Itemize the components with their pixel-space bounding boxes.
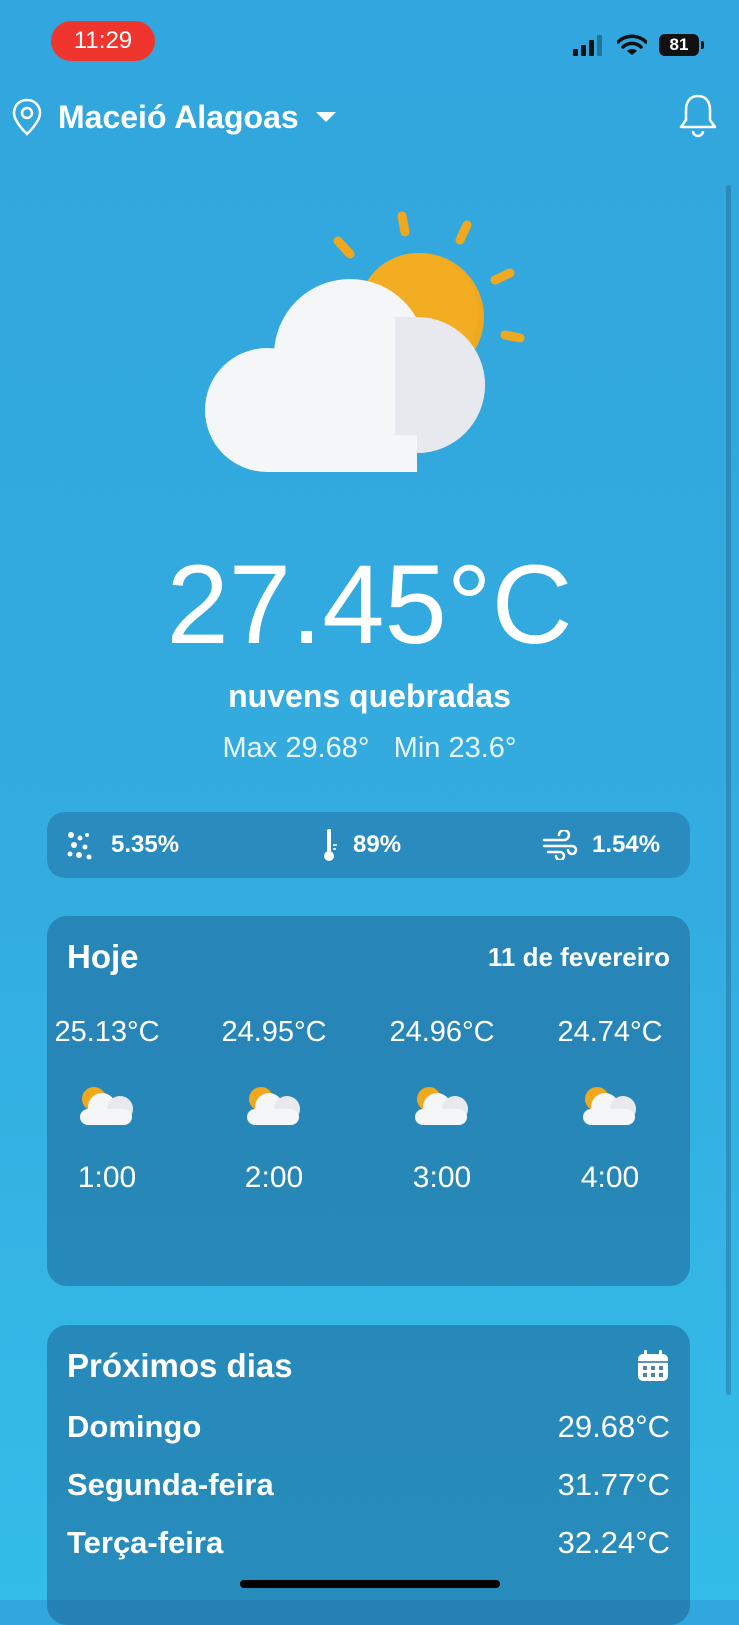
rain-value: 5.35% — [111, 831, 180, 858]
signal-icon — [573, 35, 602, 56]
hour-time: 4:00 — [580, 1161, 640, 1194]
hour-item[interactable]: 24.96°C 3:00 — [367, 1016, 517, 1195]
day-name: Terça-feira — [67, 1525, 224, 1560]
day-row[interactable]: Domingo 29.68°C — [67, 1407, 670, 1447]
partly-cloudy-icon — [415, 1087, 468, 1125]
next-days-title: Próximos dias — [67, 1347, 293, 1384]
day-row[interactable]: Terça-feira 32.24°C — [67, 1523, 670, 1563]
weather-stats-bar: 5.35% 89% 1.54% — [47, 812, 690, 878]
bell-icon[interactable] — [677, 92, 719, 138]
status-icons: 81 — [573, 30, 704, 60]
hour-temp: 24.95°C — [221, 1016, 327, 1048]
today-date: 11 de fevereiro — [487, 942, 670, 972]
wind-stat: 1.54% — [542, 812, 660, 878]
condition-text: nuvens quebradas — [228, 678, 511, 714]
day-temp: 29.68°C — [557, 1409, 670, 1444]
location-name: Maceió Alagoas — [58, 98, 299, 135]
day-name: Domingo — [67, 1409, 202, 1444]
battery-indicator: 81 — [659, 34, 704, 56]
hour-temp: 25.13°C — [54, 1016, 160, 1048]
max-min-text: Max 29.68° Min 23.6° — [222, 732, 517, 764]
location-selector[interactable]: Maceió Alagoas — [12, 92, 337, 142]
hour-time: 1:00 — [77, 1161, 137, 1194]
hour-time: 2:00 — [244, 1161, 304, 1194]
day-temp: 31.77°C — [557, 1467, 670, 1502]
today-card: Hoje 11 de fevereiro 25.13°C 1:00 24.95°… — [47, 916, 690, 1286]
rain-drops-icon — [67, 832, 92, 860]
status-time: 11:29 — [51, 21, 155, 61]
hour-temp: 24.74°C — [557, 1016, 663, 1048]
thermometer-icon — [324, 829, 337, 861]
rain-stat: 5.35% — [65, 812, 179, 878]
hour-item[interactable]: 24.95°C 2:00 — [199, 1016, 349, 1195]
hour-item[interactable]: 25.13°C 1:00 — [47, 1016, 182, 1195]
calendar-icon[interactable] — [636, 1349, 670, 1383]
location-pin-icon — [12, 98, 42, 136]
hour-item[interactable]: 24.74°C 4:00 — [535, 1016, 685, 1195]
wifi-icon — [617, 34, 647, 55]
partly-cloudy-icon — [80, 1087, 133, 1125]
wind-value: 1.54% — [592, 831, 661, 858]
wind-icon — [542, 830, 578, 860]
current-temperature: 27.45°C — [166, 542, 573, 667]
caret-down-icon — [315, 112, 336, 122]
hour-time: 3:00 — [412, 1161, 472, 1194]
partly-cloudy-icon — [247, 1087, 300, 1125]
today-title: Hoje — [67, 938, 139, 975]
day-temp: 32.24°C — [557, 1525, 670, 1560]
hourly-forecast-list[interactable]: 25.13°C 1:00 24.95°C 2:00 24.96°C 3:00 2… — [47, 1016, 690, 1236]
humidity-value: 89% — [353, 831, 402, 858]
hour-temp: 24.96°C — [389, 1016, 495, 1048]
humidity-stat: 89% — [319, 812, 401, 878]
home-indicator[interactable] — [240, 1580, 500, 1588]
day-row[interactable]: Segunda-feira 31.77°C — [67, 1465, 670, 1505]
day-name: Segunda-feira — [67, 1467, 274, 1502]
scrollbar[interactable] — [726, 185, 731, 1395]
partly-cloudy-icon — [205, 211, 525, 472]
partly-cloudy-icon — [583, 1087, 636, 1125]
